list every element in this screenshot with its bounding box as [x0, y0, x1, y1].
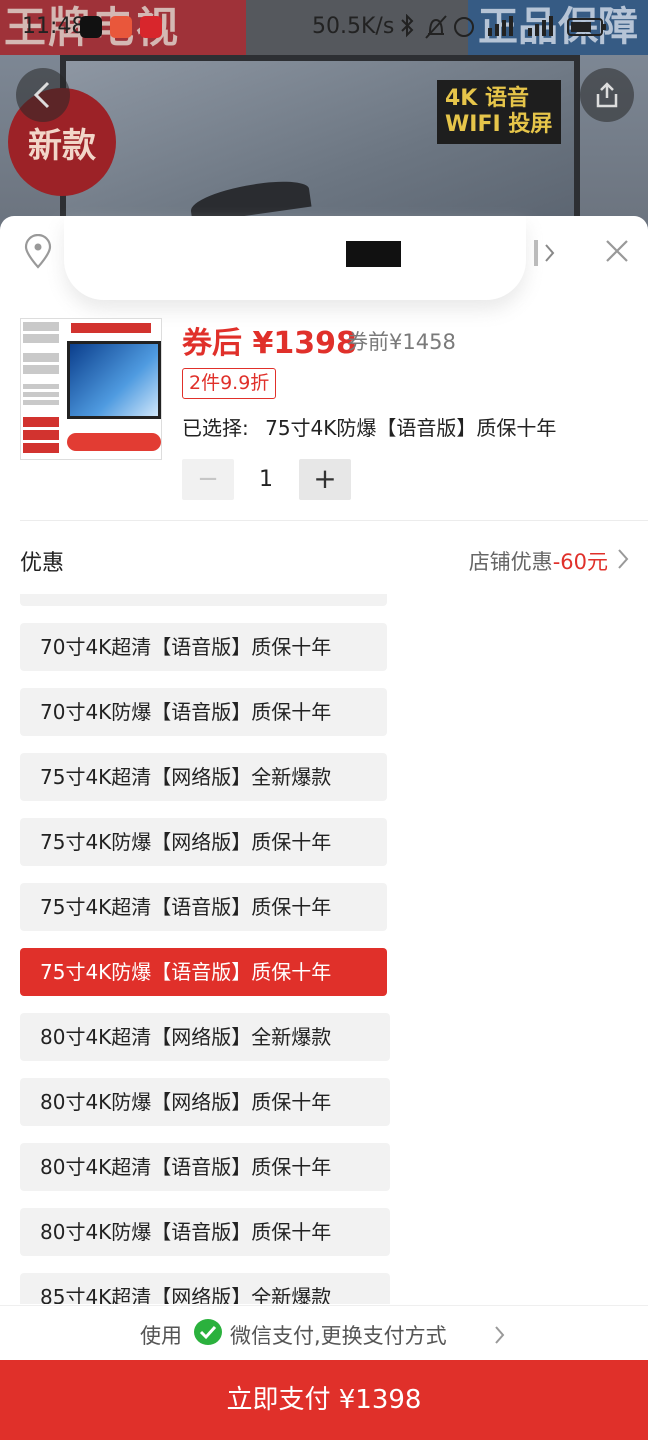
selected-label: 已选择: — [182, 416, 249, 440]
spec-option[interactable]: 75寸4K超清【语音版】质保十年 — [20, 883, 387, 931]
spec-options-list[interactable]: 70寸4K超清【语音版】质保十年 70寸4K防爆【语音版】质保十年 75寸4K超… — [0, 594, 648, 1304]
location-pin-icon — [24, 234, 52, 269]
address-blurred — [64, 216, 526, 300]
back-button[interactable] — [16, 68, 70, 122]
wechat-pay-icon — [194, 1319, 222, 1345]
tiktok-icon — [80, 16, 102, 38]
spec-option[interactable]: 85寸4K超清【网络版】全新爆款 — [20, 1273, 390, 1304]
close-icon[interactable] — [604, 238, 630, 264]
share-button[interactable] — [580, 68, 634, 122]
chevron-left-icon — [33, 81, 50, 109]
status-time: 11:48 — [22, 14, 86, 39]
screen: 王牌电视 正品保障 新款 4K 语音 WIFI 投屏 11:48 50.5K/s — [0, 0, 648, 1440]
spec-option[interactable]: 80寸4K防爆【网络版】质保十年 — [20, 1078, 390, 1126]
quantity-value[interactable]: 1 — [234, 459, 298, 500]
spec-option[interactable]: 75寸4K防爆【网络版】质保十年 — [20, 818, 387, 866]
payment-use-label: 使用 — [140, 1324, 182, 1348]
spec-option-partial[interactable] — [20, 594, 387, 606]
spec-option[interactable]: 70寸4K超清【语音版】质保十年 — [20, 623, 387, 671]
promotion-label: 优惠 — [20, 551, 65, 576]
signal-icons — [398, 13, 618, 45]
quantity-decrease-button[interactable]: − — [182, 459, 234, 500]
payment-method-row[interactable]: 使用 微信支付,更换支付方式 — [0, 1305, 648, 1360]
thumbnail-spec-column — [21, 319, 61, 459]
thumbnail-tv-screen — [67, 341, 161, 419]
spec-option-selected[interactable]: 75寸4K防爆【语音版】质保十年 — [20, 948, 387, 996]
address-row[interactable] — [0, 216, 648, 300]
thumbnail-brand-strip — [71, 323, 151, 333]
spec-option[interactable]: 80寸4K防爆【语音版】质保十年 — [20, 1208, 390, 1256]
share-icon — [596, 82, 618, 108]
status-bar: 11:48 50.5K/s — [0, 10, 648, 46]
price-before-coupon: 券前¥1458 — [347, 330, 456, 354]
promotion-amount: -60元 — [552, 550, 608, 574]
spec-option[interactable]: 80寸4K超清【网络版】全新爆款 — [20, 1013, 390, 1061]
app-icon-2 — [140, 16, 162, 38]
promotion-row[interactable]: 优惠 店铺优惠-60元 — [0, 521, 648, 595]
chevron-right-icon — [534, 240, 555, 266]
discount-tag: 2件9.9折 — [182, 368, 277, 399]
app-icon — [110, 16, 132, 38]
spec-option[interactable]: 70寸4K防爆【语音版】质保十年 — [20, 688, 387, 736]
feature-line-1: 4K 语音 — [445, 86, 530, 111]
spec-option[interactable]: 80寸4K超清【语音版】质保十年 — [20, 1143, 390, 1191]
address-redacted — [346, 241, 401, 267]
chevron-right-icon — [495, 1326, 505, 1344]
feature-box: 4K 语音 WIFI 投屏 — [437, 80, 561, 144]
quantity-increase-button[interactable]: + — [299, 459, 351, 500]
pay-now-button[interactable]: 立即支付 ¥1398 — [0, 1360, 648, 1440]
promotion-value-prefix: 店铺优惠 — [468, 550, 553, 574]
price-after-coupon: 券后 ¥1398 — [182, 326, 357, 361]
net-speed: 50.5K/s — [312, 14, 395, 39]
product-thumbnail — [20, 318, 162, 460]
thumbnail-promo-bar — [67, 433, 161, 451]
purchase-sheet: 券后 ¥1398 券前¥1458 2件9.9折 已选择: 75寸4K防爆【语音版… — [0, 216, 648, 1440]
feature-line-2: WIFI 投屏 — [445, 112, 553, 137]
product-background: 王牌电视 正品保障 新款 4K 语音 WIFI 投屏 11:48 50.5K/s — [0, 0, 648, 230]
promotion-value: 店铺优惠-60元 — [469, 546, 608, 576]
selected-summary: 已选择: 75寸4K防爆【语音版】质保十年 — [182, 412, 556, 441]
spec-option[interactable]: 75寸4K超清【网络版】全新爆款 — [20, 753, 387, 801]
chevron-right-icon — [618, 549, 629, 569]
payment-method-text: 微信支付,更换支付方式 — [230, 1324, 447, 1348]
selected-value: 75寸4K防爆【语音版】质保十年 — [265, 416, 557, 440]
